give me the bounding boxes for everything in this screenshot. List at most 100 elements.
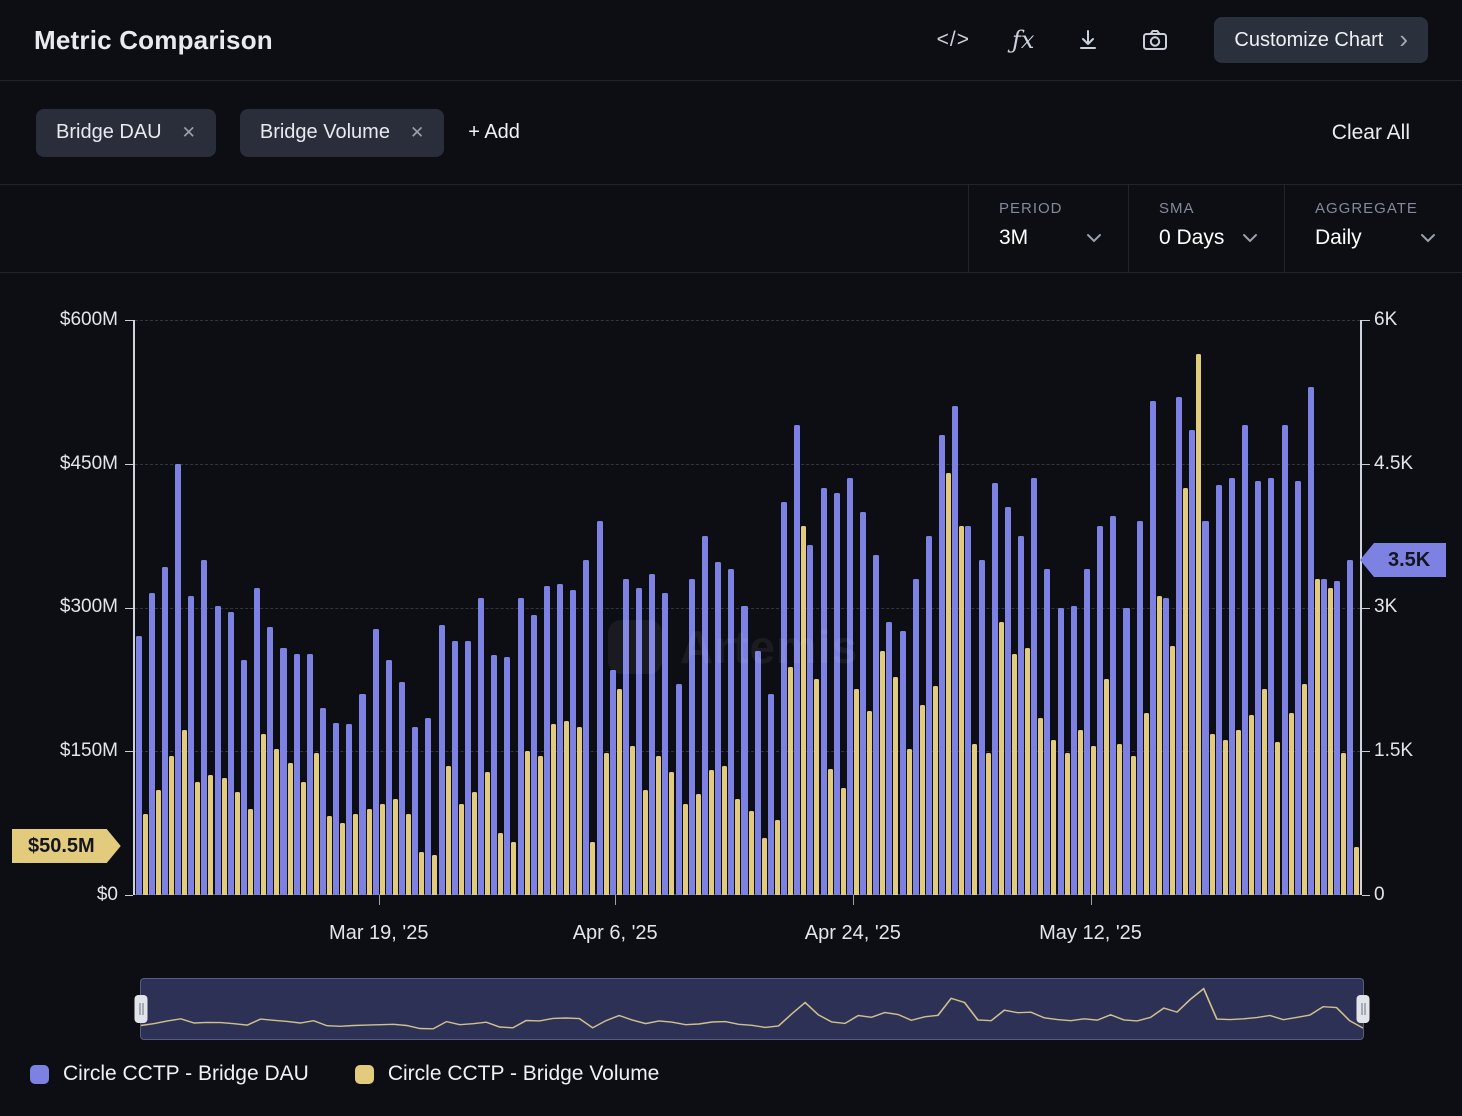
bar-bridge-dau[interactable] [439, 625, 445, 895]
bar-group[interactable] [675, 320, 688, 895]
chart-navigator[interactable] [140, 978, 1364, 1040]
bar-bridge-dau[interactable] [346, 724, 352, 895]
bar-bridge-volume[interactable] [696, 794, 701, 895]
bar-bridge-dau[interactable] [425, 718, 431, 895]
bar-bridge-volume[interactable] [472, 792, 477, 896]
bar-bridge-dau[interactable] [307, 654, 313, 896]
bar-bridge-dau[interactable] [860, 512, 866, 895]
bar-bridge-dau[interactable] [1044, 569, 1050, 895]
bar-group[interactable] [807, 320, 820, 895]
bar-bridge-volume[interactable] [1170, 646, 1175, 895]
bar-bridge-volume[interactable] [1117, 744, 1122, 895]
bar-bridge-volume[interactable] [406, 814, 411, 895]
bar-bridge-volume[interactable] [749, 811, 754, 895]
bar-bridge-dau[interactable] [662, 593, 668, 895]
bar-bridge-dau[interactable] [873, 555, 879, 895]
bar-bridge-dau[interactable] [1229, 478, 1235, 895]
bar-bridge-volume[interactable] [577, 727, 582, 895]
bar-group[interactable] [1189, 320, 1202, 895]
bar-bridge-volume[interactable] [1104, 679, 1109, 895]
navigator-right-handle[interactable] [1357, 995, 1370, 1023]
embed-code-icon[interactable]: </> [937, 28, 970, 52]
bar-group[interactable] [504, 320, 517, 895]
bar-group[interactable] [873, 320, 886, 895]
bar-group[interactable] [649, 320, 662, 895]
bar-bridge-volume[interactable] [156, 790, 161, 895]
bar-bridge-volume[interactable] [617, 689, 622, 895]
bar-group[interactable] [491, 320, 504, 895]
bar-bridge-volume[interactable] [775, 820, 780, 895]
bar-group[interactable] [1162, 320, 1175, 895]
bar-group[interactable] [214, 320, 227, 895]
bar-bridge-volume[interactable] [986, 753, 991, 895]
bar-group[interactable] [741, 320, 754, 895]
bar-bridge-volume[interactable] [1183, 488, 1188, 895]
bar-bridge-dau[interactable] [504, 657, 510, 895]
bar-bridge-dau[interactable] [1268, 478, 1274, 895]
bar-bridge-volume[interactable] [459, 804, 464, 895]
bar-group[interactable] [925, 320, 938, 895]
legend-item-bridge-volume[interactable]: Circle CCTP - Bridge Volume [355, 1062, 660, 1086]
download-icon[interactable] [1076, 28, 1100, 52]
bar-bridge-dau[interactable] [1005, 507, 1011, 895]
bar-group[interactable] [780, 320, 793, 895]
bar-group[interactable] [240, 320, 253, 895]
bar-bridge-volume[interactable] [380, 804, 385, 895]
bar-bridge-volume[interactable] [788, 667, 793, 895]
bar-bridge-volume[interactable] [1065, 753, 1070, 895]
bar-group[interactable] [1083, 320, 1096, 895]
bar-group[interactable] [254, 320, 267, 895]
bar-group[interactable] [991, 320, 1004, 895]
bar-group[interactable] [1268, 320, 1281, 895]
bar-group[interactable] [570, 320, 583, 895]
bar-bridge-volume[interactable] [656, 756, 661, 895]
bar-bridge-dau[interactable] [886, 622, 892, 895]
bar-bridge-volume[interactable] [485, 772, 490, 895]
bar-group[interactable] [557, 320, 570, 895]
legend-item-bridge-dau[interactable]: Circle CCTP - Bridge DAU [30, 1062, 309, 1086]
bar-bridge-volume[interactable] [1012, 654, 1017, 896]
bar-bridge-volume[interactable] [551, 724, 556, 895]
bar-bridge-dau[interactable] [1058, 608, 1064, 896]
bar-bridge-dau[interactable] [531, 615, 537, 895]
bar-group[interactable] [175, 320, 188, 895]
clear-all-button[interactable]: Clear All [1326, 120, 1416, 146]
bar-group[interactable] [451, 320, 464, 895]
bar-bridge-dau[interactable] [228, 612, 234, 895]
camera-icon[interactable] [1142, 28, 1168, 52]
bar-bridge-dau[interactable] [1071, 606, 1077, 895]
bar-bridge-volume[interactable] [538, 756, 543, 895]
bar-group[interactable] [1044, 320, 1057, 895]
bar-bridge-volume[interactable] [1262, 689, 1267, 895]
bar-bridge-dau[interactable] [1150, 401, 1156, 895]
bar-bridge-dau[interactable] [768, 694, 774, 895]
bar-bridge-dau[interactable] [478, 598, 484, 895]
bar-group[interactable] [398, 320, 411, 895]
bar-bridge-dau[interactable] [333, 723, 339, 896]
bar-group[interactable] [701, 320, 714, 895]
bar-bridge-volume[interactable] [235, 792, 240, 896]
bar-group[interactable] [135, 320, 148, 895]
bar-group[interactable] [359, 320, 372, 895]
bar-group[interactable] [1097, 320, 1110, 895]
bar-group[interactable] [886, 320, 899, 895]
bar-bridge-volume[interactable] [669, 772, 674, 895]
bar-bridge-dau[interactable] [570, 590, 576, 895]
bar-group[interactable] [794, 320, 807, 895]
bar-bridge-dau[interactable] [1123, 608, 1129, 896]
bar-group[interactable] [846, 320, 859, 895]
bar-bridge-volume[interactable] [143, 814, 148, 895]
bar-bridge-volume[interactable] [1302, 684, 1307, 895]
bar-group[interactable] [1320, 320, 1333, 895]
bar-group[interactable] [754, 320, 767, 895]
bar-bridge-dau[interactable] [649, 574, 655, 895]
bar-group[interactable] [227, 320, 240, 895]
bar-bridge-dau[interactable] [280, 648, 286, 895]
bar-bridge-dau[interactable] [728, 569, 734, 895]
bar-bridge-dau[interactable] [188, 596, 194, 895]
bar-group[interactable] [938, 320, 951, 895]
bar-bridge-volume[interactable] [1315, 579, 1320, 895]
bar-bridge-volume[interactable] [222, 778, 227, 895]
bar-bridge-volume[interactable] [208, 775, 213, 895]
bar-bridge-dau[interactable] [741, 606, 747, 895]
